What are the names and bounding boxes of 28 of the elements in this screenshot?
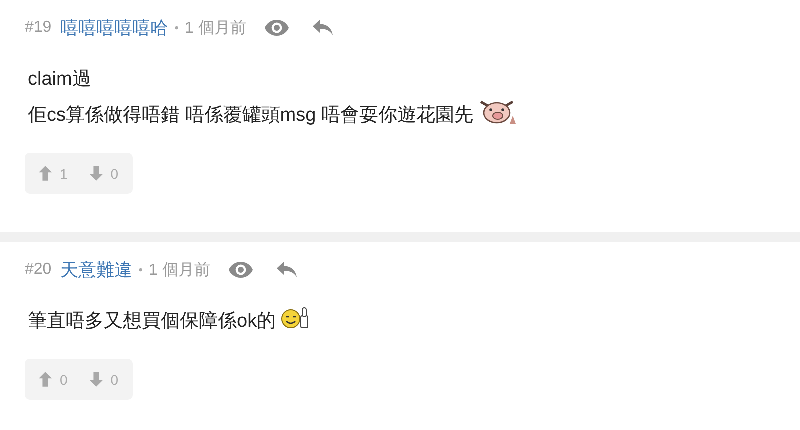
upvote-count: 1 xyxy=(60,166,68,182)
separator-dot: • xyxy=(138,263,143,277)
up-arrow-icon xyxy=(39,166,52,181)
post-time: 1 個月前 xyxy=(148,260,210,280)
up-arrow-icon xyxy=(39,372,52,387)
eye-icon[interactable] xyxy=(228,261,254,279)
down-arrow-icon xyxy=(90,372,103,387)
downvote-count: 0 xyxy=(110,372,119,388)
down-arrow-icon xyxy=(90,166,103,181)
separator-dot: • xyxy=(174,21,179,35)
post-number: #19 xyxy=(25,19,52,37)
author-link[interactable]: 嘻嘻嘻嘻嘻哈 xyxy=(60,16,169,40)
downvote-count: 0 xyxy=(110,166,119,182)
reply-icon[interactable] xyxy=(276,261,298,279)
upvote-button[interactable]: 1 xyxy=(39,166,68,182)
comment-text: claim過 xyxy=(28,68,92,92)
eye-icon[interactable] xyxy=(264,19,290,37)
comment-text: 佢cs算係做得唔錯 唔係覆罐頭msg 唔會耍你遊花園先 xyxy=(28,104,474,128)
author-link[interactable]: 天意難違 xyxy=(60,258,133,282)
reply-icon[interactable] xyxy=(312,19,334,37)
downvote-button[interactable]: 0 xyxy=(90,166,119,182)
comment-text: 筆直唔多又想買個保障係ok的 xyxy=(28,310,276,334)
smiley-thumbs-up-icon xyxy=(280,306,310,330)
downvote-button[interactable]: 0 xyxy=(90,372,119,388)
upvote-count: 0 xyxy=(60,372,68,388)
upvote-button[interactable]: 0 xyxy=(39,372,68,388)
post-number: #20 xyxy=(25,261,52,279)
post-time: 1 個月前 xyxy=(184,18,246,38)
